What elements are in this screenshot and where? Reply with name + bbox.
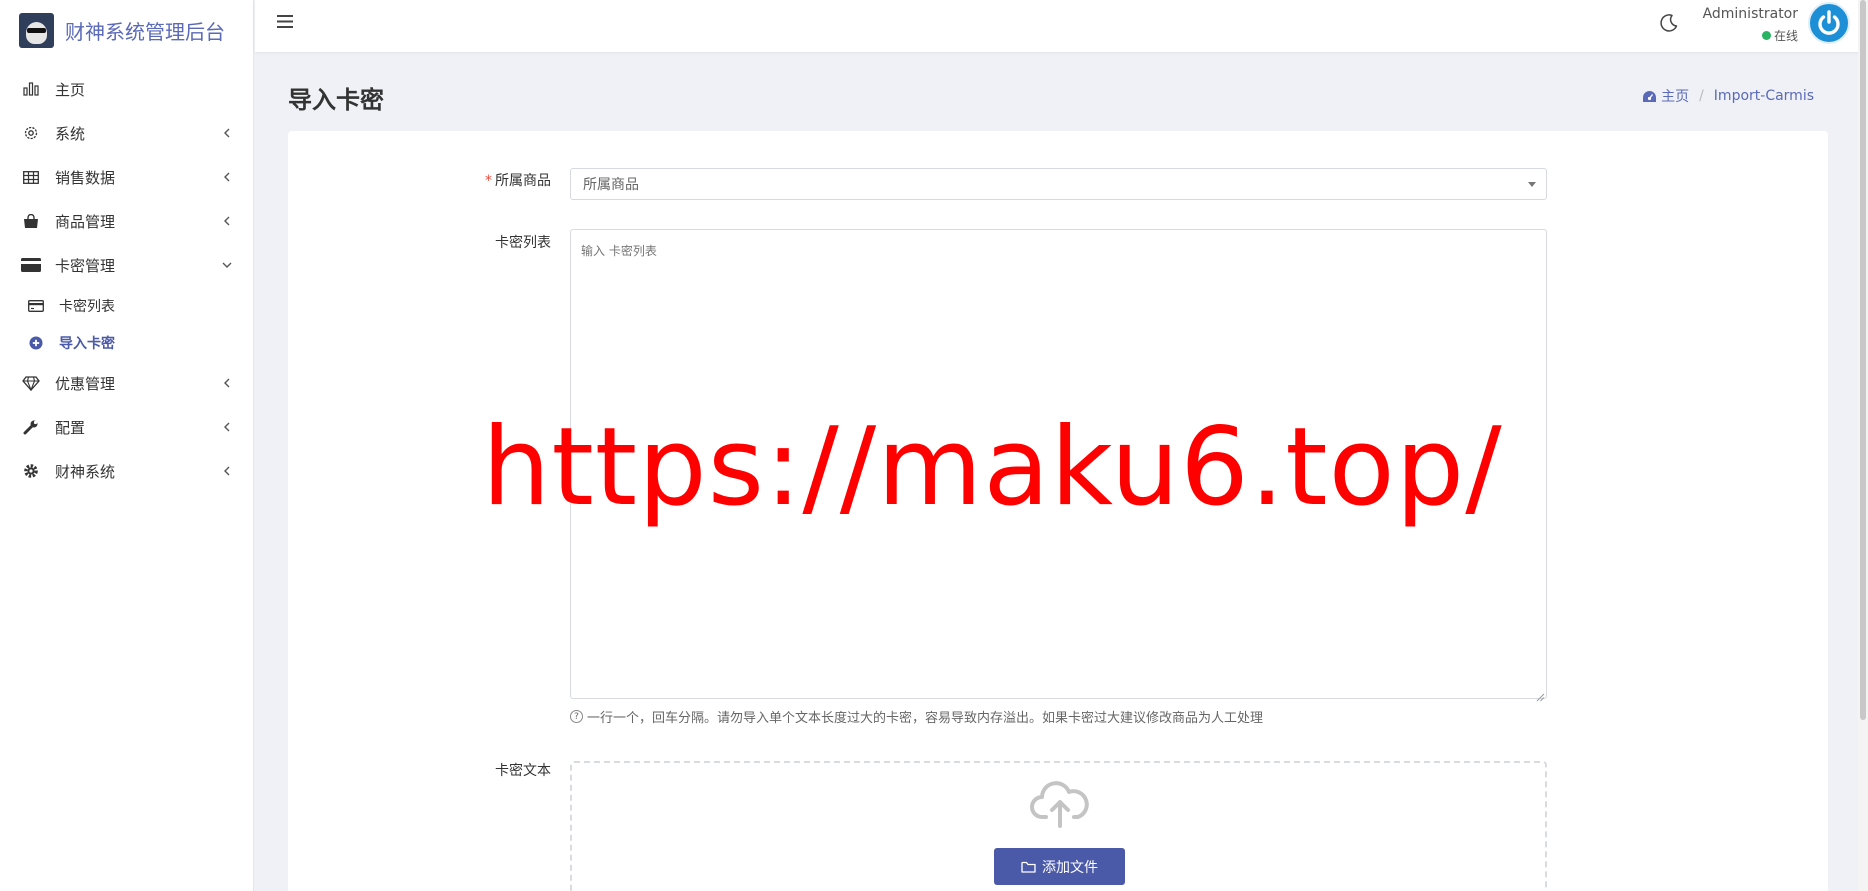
online-dot-icon [1761,31,1771,40]
sidebar-item-sales[interactable]: 销售数据 [0,155,253,199]
sidebar-item-label: 销售数据 [55,168,116,187]
sidebar: 财神系统管理后台 主页 系统 销售数据 商品管理 卡密管理 卡密列表 导入卡密 … [0,0,254,891]
sidebar-menu: 主页 系统 销售数据 商品管理 卡密管理 卡密列表 导入卡密 优惠管理 配置 财… [0,67,253,493]
sidebar-item-label: 卡密管理 [55,256,116,275]
sidebar-item-label: 商品管理 [55,212,116,231]
user-name[interactable]: Administrator [1703,6,1798,22]
plus-circle-icon [27,334,45,352]
chevron-down-icon [221,259,233,271]
credit-card-icon [21,255,41,275]
sidebar-item-system[interactable]: 系统 [0,111,253,155]
help-text: ? 一行一个，回车分隔。请勿导入单个文本长度过大的卡密，容易导致内存溢出。如果卡… [570,707,1263,726]
topbar: Administrator 在线 [255,0,1868,52]
required-asterisk: * [485,173,492,189]
list-label: 卡密列表 [495,235,551,251]
chevron-left-icon [221,215,233,227]
user-status-text: 在线 [1773,29,1798,43]
brand[interactable]: 财神系统管理后台 [0,0,253,60]
sidebar-item-caishen[interactable]: 财神系统 [0,449,253,493]
brand-title: 财神系统管理后台 [65,19,225,44]
wrench-icon [21,417,41,437]
sidebar-item-label: 主页 [55,80,86,99]
sidebar-item-products[interactable]: 商品管理 [0,199,253,243]
cloud-upload-icon [1030,781,1089,828]
add-file-button[interactable]: 添加文件 [994,848,1125,885]
add-file-button-label: 添加文件 [1042,859,1098,876]
gear-outline-icon [21,123,41,143]
user-status: 在线 [1761,27,1798,44]
sidebar-subitem-label: 卡密列表 [59,298,115,315]
file-dropzone[interactable]: 添加文件 [570,761,1547,891]
power-icon [1818,10,1840,35]
product-label-text: 所属商品 [495,173,551,189]
shopping-bag-icon [21,211,41,231]
chevron-left-icon [221,465,233,477]
sidebar-item-import-carmis[interactable]: 导入卡密 [0,324,253,361]
sidebar-item-label: 财神系统 [55,462,116,481]
sidebar-item-carmis-list[interactable]: 卡密列表 [0,287,253,324]
page-scrollbar[interactable] [1858,0,1868,891]
resize-grip-icon[interactable] [1535,687,1545,702]
carmis-list-textarea[interactable] [570,229,1547,699]
sidebar-item-label: 优惠管理 [55,374,116,393]
dashboard-icon [1643,90,1657,102]
breadcrumb-home-label: 主页 [1661,89,1690,105]
sidebar-item-carmis[interactable]: 卡密管理 [0,243,253,287]
page-title: 导入卡密 [288,86,384,114]
question-circle-icon: ? [570,710,583,723]
bar-chart-icon [21,79,41,99]
sidebar-item-config[interactable]: 配置 [0,405,253,449]
table-icon [21,167,41,187]
product-label: * 所属商品 [401,170,551,190]
avatar[interactable] [1808,2,1850,44]
chevron-left-icon [221,127,233,139]
chevron-left-icon [221,377,233,389]
sidebar-item-label: 配置 [55,418,86,437]
folder-icon [1021,861,1036,873]
sidebar-item-discount[interactable]: 优惠管理 [0,361,253,405]
breadcrumb-separator: / [1699,88,1704,104]
breadcrumb-current: Import-Carmis [1713,88,1814,104]
dark-mode-moon-icon[interactable] [1659,13,1681,35]
file-label: 卡密文本 [495,763,551,779]
chevron-left-icon [221,171,233,183]
help-text-content: 一行一个，回车分隔。请勿导入单个文本长度过大的卡密，容易导致内存溢出。如果卡密过… [587,711,1264,726]
sidebar-item-label: 系统 [55,124,86,143]
breadcrumb: 主页 / Import-Carmis [1642,86,1814,106]
product-select-placeholder: 所属商品 [583,177,639,193]
caret-down-icon [1528,182,1536,187]
sidebar-item-home[interactable]: 主页 [0,67,253,111]
brand-logo [19,12,54,48]
diamond-icon [21,373,41,393]
product-select[interactable]: 所属商品 [570,168,1547,200]
card-icon [27,297,45,315]
breadcrumb-home[interactable]: 主页 [1642,86,1689,106]
sidebar-subitem-label: 导入卡密 [59,335,115,352]
cog-icon [21,461,41,481]
menu-toggle-icon[interactable] [274,10,296,32]
chevron-left-icon [221,421,233,433]
carmis-submenu: 卡密列表 导入卡密 [0,287,253,361]
